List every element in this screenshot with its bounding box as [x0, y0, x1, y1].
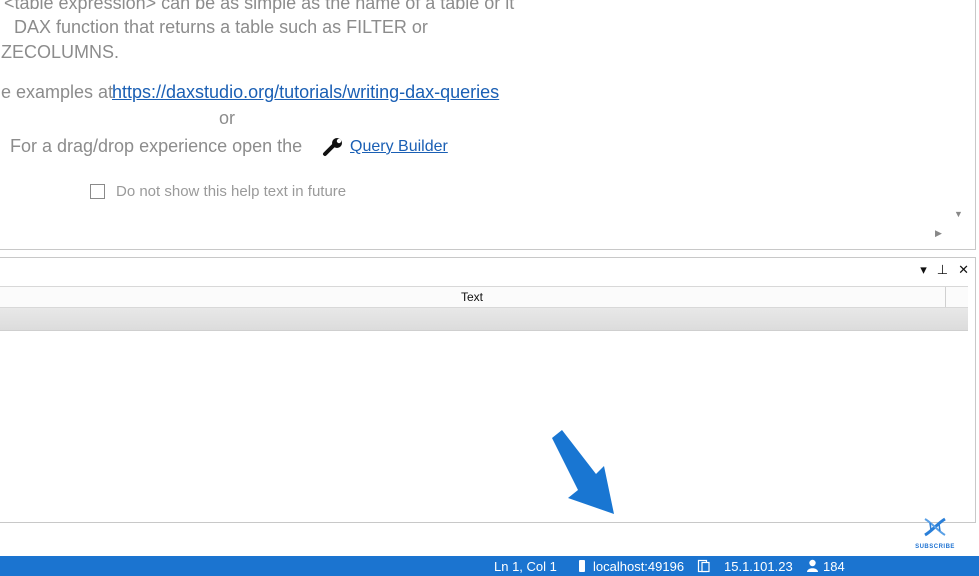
subscribe-badge[interactable]: SUBSCRIBE	[915, 515, 955, 551]
help-text-line-1: <table expression> can be as simple as t…	[4, 0, 515, 13]
query-builder-link[interactable]: Query Builder	[350, 138, 448, 156]
or-text: or	[219, 108, 236, 128]
hide-help-checkbox[interactable]	[90, 184, 105, 199]
grid-header: Text	[0, 286, 968, 308]
dna-icon	[924, 517, 946, 537]
panel-controls: ▾ ⊥ ✕	[920, 262, 969, 278]
wrench-icon[interactable]	[322, 137, 344, 157]
column-separator[interactable]	[945, 287, 946, 307]
user-icon	[807, 559, 818, 572]
hide-help-label: Do not show this help text in future	[116, 183, 347, 200]
server-icon	[579, 560, 585, 572]
server-name[interactable]: localhost:49196	[593, 559, 684, 574]
help-text-line-2: DAX function that returns a table such a…	[14, 17, 428, 37]
column-header-text[interactable]: Text	[0, 290, 945, 304]
status-bar: Ln 1, Col 1 localhost:49196 15.1.101.23 …	[0, 556, 979, 576]
query-editor[interactable]: <table expression> can be as simple as t…	[0, 0, 976, 250]
dragdrop-prefix: For a drag/drop experience open the	[10, 136, 303, 156]
help-text-line-3: ZECOLUMNS.	[1, 42, 120, 62]
close-icon[interactable]: ✕	[958, 262, 969, 278]
table-row[interactable]	[0, 308, 968, 331]
annotation-arrow-icon	[552, 430, 614, 514]
examples-prefix: e examples at	[1, 82, 114, 102]
scroll-down-icon[interactable]: ▼	[954, 209, 963, 219]
user-count: 184	[823, 559, 845, 574]
pin-icon[interactable]: ⊥	[937, 262, 948, 278]
subscribe-label: SUBSCRIBE	[915, 544, 955, 550]
output-panel: ▾ ⊥ ✕ Text	[0, 257, 976, 523]
cursor-position: Ln 1, Col 1	[494, 559, 557, 574]
examples-link[interactable]: https://daxstudio.org/tutorials/writing-…	[112, 82, 499, 103]
scroll-right-icon[interactable]: ▶	[935, 228, 942, 239]
panel-dropdown-icon[interactable]: ▾	[920, 262, 927, 278]
server-version: 15.1.101.23	[724, 559, 793, 574]
version-icon	[697, 559, 710, 573]
